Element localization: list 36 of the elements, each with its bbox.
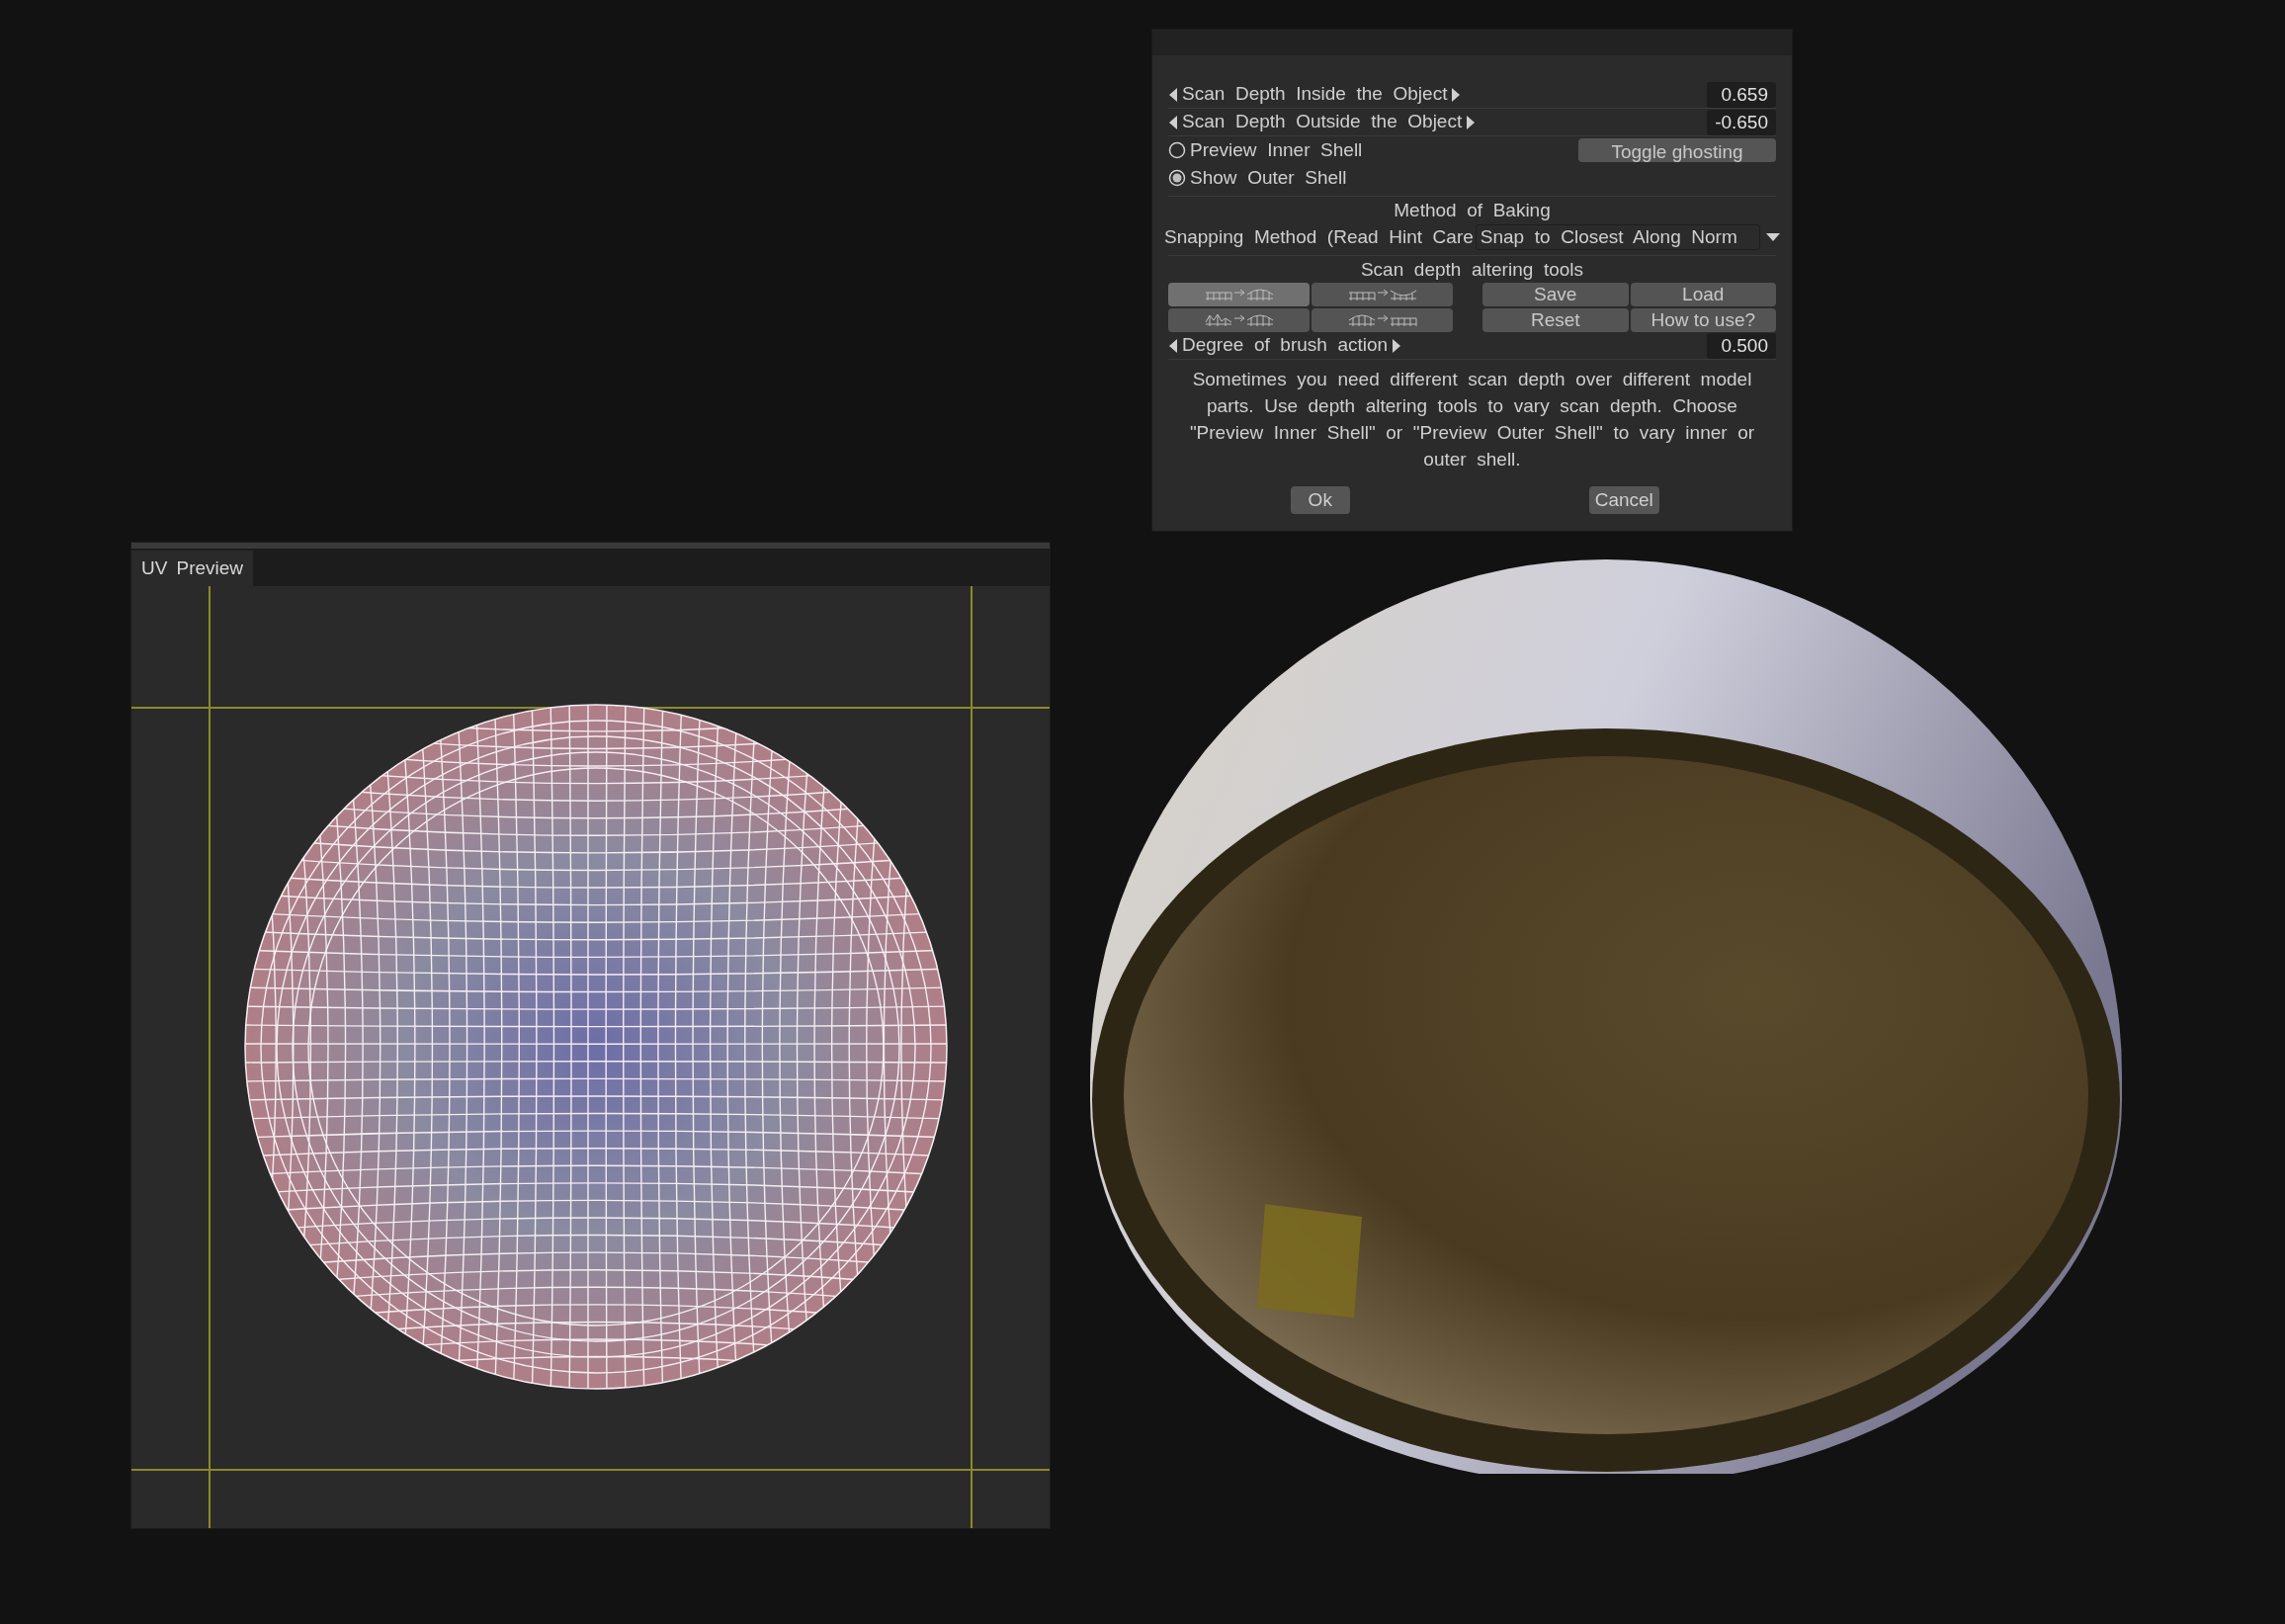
uv-preview-tab[interactable]: UV Preview [131,551,254,586]
radio-button[interactable] [1168,169,1186,187]
action-button[interactable]: Reset [1482,308,1629,332]
decrease-arrow-icon[interactable] [1168,337,1178,354]
decrease-arrow-icon[interactable] [1168,86,1178,103]
slider-label: Scan Depth Outside the Object [1182,110,1463,134]
value-field[interactable]: 0.500 [1707,332,1776,359]
hint-text: Sometimes you need different scan depth over different model parts. Use depth altering tools to vary scan depth. Choose "Preview Inner Shell" or "Preview Outer Shell" to vary inner or outer shell. [1188,368,1756,471]
slider-label: Scan Depth Inside the Object [1182,82,1448,107]
action-button[interactable]: Load [1630,283,1776,306]
increase-arrow-icon[interactable] [1392,337,1402,354]
action-button[interactable]: How to use? [1630,308,1776,332]
bulge-to-flat-icon [1346,312,1418,328]
value-field[interactable]: 0.659 [1707,81,1776,108]
action-button[interactable]: Save [1482,283,1629,306]
section-heading: Method of Baking [1168,196,1776,223]
depth-tool-button[interactable] [1168,308,1310,332]
slider-label: Degree of brush action [1182,333,1389,358]
value-field[interactable]: -0.650 [1707,109,1776,135]
radio-option[interactable]: Preview Inner Shell [1168,135,1363,165]
flat-to-bulge-icon [1203,287,1275,302]
flat-to-dent-icon [1346,287,1418,302]
caret-icon[interactable] [1766,232,1780,242]
cancel-button[interactable]: Cancel [1588,486,1659,514]
snapping-method-dropdown[interactable]: Snap to Closest Along Norm [1475,224,1760,250]
depth-tool-button[interactable] [1312,283,1453,306]
decrease-arrow-icon[interactable] [1168,114,1178,130]
radio-option[interactable]: Show Outer Shell [1168,163,1347,193]
toggle-ghosting-button[interactable]: Toggle ghosting [1578,138,1776,162]
increase-arrow-icon[interactable] [1466,114,1477,130]
ok-button[interactable]: Ok [1290,486,1350,514]
bumpy-to-bulge-icon [1203,312,1275,328]
radio-button[interactable] [1168,141,1186,159]
field-label: Snapping Method (Read Hint Care [1164,224,1474,249]
increase-arrow-icon[interactable] [1451,86,1462,103]
depth-tool-button[interactable] [1312,308,1453,332]
